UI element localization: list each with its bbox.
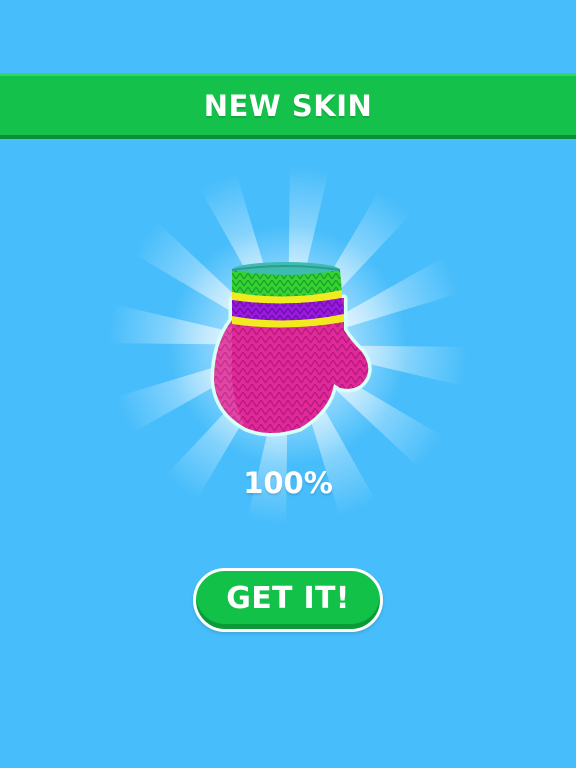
get-it-button[interactable]: GET IT! bbox=[193, 568, 383, 632]
get-it-label: GET IT! bbox=[226, 580, 350, 616]
skin-progress-text: 100% bbox=[243, 466, 333, 500]
mitten-cuff bbox=[231, 262, 344, 328]
knitted-mitten-icon bbox=[210, 262, 372, 437]
new-skin-screen: NEW SKIN 100% GET IT! bbox=[0, 0, 576, 768]
